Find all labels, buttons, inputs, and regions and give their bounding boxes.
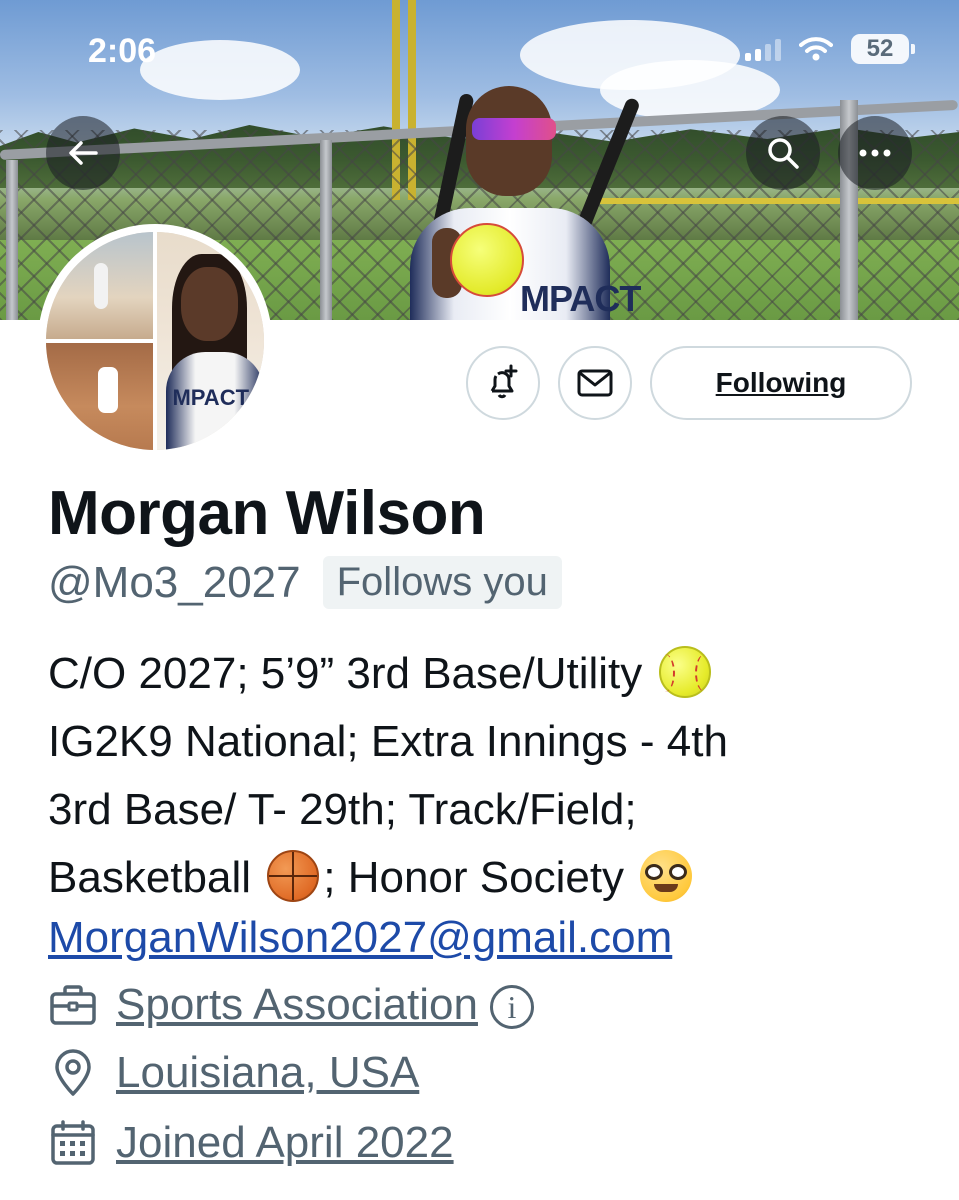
- avatar[interactable]: MPACT: [38, 224, 272, 458]
- category-link[interactable]: Sports Association i: [116, 980, 534, 1030]
- profile-bio: C/O 2027; 5’9” 3rd Base/Utility IG2K9 Na…: [48, 640, 928, 912]
- location-row: Louisiana, USA: [48, 1048, 419, 1098]
- bio-text: ; Honor Society: [323, 853, 625, 902]
- handle-row: @Mo3_2027 Follows you: [48, 556, 562, 609]
- wifi-icon: [799, 37, 833, 61]
- back-button[interactable]: [46, 116, 120, 190]
- bio-line: C/O 2027; 5’9” 3rd Base/Utility: [48, 640, 928, 708]
- avatar-jersey-text: MPACT: [172, 384, 250, 410]
- status-time: 2:06: [88, 32, 157, 70]
- softball-image: [450, 223, 524, 297]
- calendar-icon: [48, 1118, 98, 1168]
- bio-text: Basketball: [48, 853, 252, 902]
- search-icon: [768, 138, 799, 169]
- softball-emoji-icon: [658, 646, 711, 699]
- category-label: Sports Association: [116, 980, 478, 1029]
- bio-text: C/O 2027; 5’9” 3rd Base/Utility: [48, 649, 643, 698]
- joined-date[interactable]: Joined April 2022: [116, 1118, 454, 1168]
- avatar-divider: [46, 339, 155, 343]
- arrow-left-icon: [69, 141, 98, 165]
- joined-row: Joined April 2022: [48, 1118, 454, 1168]
- basketball-emoji-icon: [267, 850, 320, 903]
- notifications-button[interactable]: [466, 346, 540, 420]
- briefcase-icon: [48, 980, 98, 1030]
- follows-you-badge: Follows you: [322, 556, 562, 609]
- avatar-portrait-face: [181, 266, 238, 341]
- location-pin-icon: [48, 1048, 98, 1098]
- more-horizontal-icon: [859, 149, 891, 157]
- bio-line: Basketball ; Honor Society: [48, 844, 928, 912]
- cellular-signal-icon: [745, 37, 781, 61]
- username-handle: @Mo3_2027: [48, 557, 301, 607]
- bio-line: IG2K9 National; Extra Innings - 4th: [48, 717, 728, 766]
- banner-player-head: [466, 86, 552, 196]
- display-name: Morgan Wilson: [48, 479, 486, 548]
- banner-fence-post: [6, 160, 18, 320]
- avatar-mini-player: [93, 262, 108, 309]
- bio-email-link[interactable]: MorganWilson2027@gmail.com: [48, 904, 672, 972]
- status-indicators: 52: [745, 34, 915, 64]
- search-button[interactable]: [746, 116, 820, 190]
- banner-fence-post: [320, 140, 332, 320]
- more-options-button[interactable]: [838, 116, 912, 190]
- nerd-face-emoji-icon: [640, 850, 693, 903]
- battery-indicator: 52: [851, 34, 915, 64]
- bio-line: 3rd Base/ T- 29th; Track/Field;: [48, 785, 637, 834]
- banner-fence-rail: [600, 198, 959, 204]
- banner-jersey-text: MPACT: [520, 278, 641, 319]
- following-button[interactable]: Following: [650, 346, 912, 420]
- avatar-image: MPACT: [46, 232, 264, 450]
- banner-player-photo: MPACT: [400, 78, 641, 320]
- banner-cloud: [140, 40, 300, 100]
- location-link[interactable]: Louisiana, USA: [116, 1048, 419, 1098]
- envelope-icon: [577, 369, 613, 397]
- banner-player-glasses: [472, 118, 556, 140]
- category-row: Sports Association i: [48, 980, 534, 1030]
- info-icon[interactable]: i: [489, 985, 534, 1030]
- bell-plus-icon: [490, 364, 518, 399]
- message-button[interactable]: [558, 346, 632, 420]
- avatar-mini-player: [98, 367, 119, 414]
